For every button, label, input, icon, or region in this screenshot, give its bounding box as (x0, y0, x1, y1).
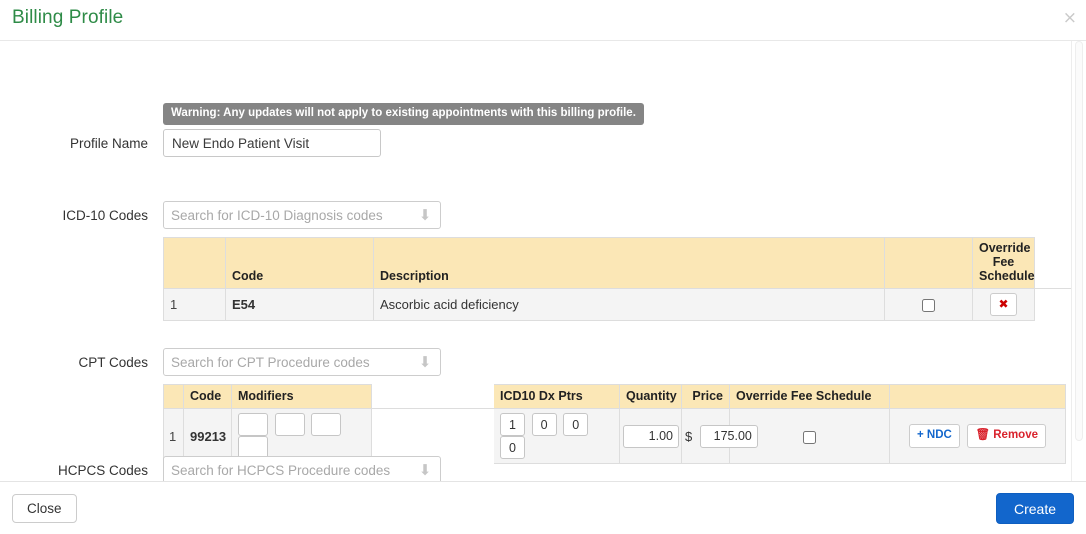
icd10-codes-label: ICD-10 Codes (62, 208, 148, 223)
icd10-header-description: Description (373, 237, 885, 289)
icd10-search-placeholder: Search for ICD-10 Diagnosis codes (171, 207, 383, 223)
icd10-table-header-row: Code Description Override Fee Schedule (163, 237, 1075, 289)
cpt-header-quantity: Quantity (619, 384, 682, 409)
remove-cpt-label: Remove (993, 428, 1038, 441)
remove-cpt-button[interactable]: 🗑 Remove (967, 423, 1046, 449)
cpt-table-header-row: Code Modifiers ICD10 Dx Ptrs Quantity Pr… (163, 384, 1066, 409)
billing-profile-modal: Billing Profile × Warning: Any updates w… (0, 0, 1086, 534)
cpt-dx-ptr-input-1[interactable] (500, 413, 525, 436)
icd10-header-code: Code (225, 237, 374, 289)
warning-tooltip: Warning: Any updates will not apply to e… (163, 103, 644, 126)
close-x-icon[interactable]: × (1063, 10, 1077, 27)
cpt-dx-ptr-input-3[interactable] (563, 413, 589, 436)
icd10-table: Code Description Override Fee Schedule 1… (163, 237, 1075, 321)
icd10-row-description: Ascorbic acid deficiency (373, 288, 885, 321)
modal-footer: Close Create (0, 481, 1086, 534)
cpt-header-code: Code (183, 384, 232, 409)
cpt-table: Code Modifiers ICD10 Dx Ptrs Quantity Pr… (163, 384, 1066, 464)
icd10-search-select[interactable]: Search for ICD-10 Diagnosis codes ⬇ (163, 201, 441, 229)
scrollbar-thumb[interactable] (1075, 41, 1083, 441)
icd10-row-spacer-cell (1034, 288, 1075, 321)
icd10-header-override-fee-schedule: Override Fee Schedule (972, 237, 1035, 289)
icd10-row-code: E54 (225, 288, 374, 321)
cpt-row-dx-ptrs-cell (493, 408, 620, 464)
form-scroll-area: Warning: Any updates will not apply to e… (0, 41, 1086, 481)
cpt-header-actions (889, 384, 1066, 409)
dropdown-arrow-icon: ⬇ (418, 460, 432, 479)
modal-body: Warning: Any updates will not apply to e… (0, 41, 1086, 481)
create-button[interactable]: Create (995, 493, 1074, 524)
cpt-header-price: Price (681, 384, 730, 409)
cpt-row-quantity-cell (619, 408, 682, 464)
add-ndc-button[interactable]: + NDC (908, 423, 960, 449)
dropdown-arrow-icon: ⬇ (418, 205, 432, 224)
vertical-scrollbar[interactable] (1071, 41, 1086, 481)
cpt-row-actions-cell: + NDC 🗑 Remove (889, 408, 1066, 464)
cpt-header-spacer (371, 384, 494, 409)
modal-header: Billing Profile × (0, 0, 1086, 41)
icd10-row-checkbox[interactable] (922, 299, 935, 313)
cpt-modifier-input-1[interactable] (238, 413, 268, 436)
close-button[interactable]: Close (12, 494, 77, 523)
hcpcs-search-select[interactable]: Search for HCPCS Procedure codes ⬇ (163, 456, 441, 481)
hcpcs-codes-label: HCPCS Codes (57, 463, 148, 478)
cpt-modifier-input-2[interactable] (274, 413, 305, 436)
cpt-header-override-fee-schedule: Override Fee Schedule (729, 384, 890, 409)
cpt-codes-label: CPT Codes (78, 355, 148, 370)
page-title: Billing Profile (12, 7, 124, 28)
cpt-dx-ptr-input-4[interactable] (500, 436, 525, 459)
profile-name-input[interactable] (163, 129, 381, 157)
cpt-search-placeholder: Search for CPT Procedure codes (171, 354, 370, 370)
icd10-row-delete-cell: ✖ (972, 288, 1035, 321)
cpt-price-input[interactable] (699, 424, 758, 448)
trash-icon: 🗑 (975, 428, 991, 441)
icd10-row-delete-button[interactable]: ✖ (990, 293, 1017, 316)
icd10-row-index: 1 (163, 288, 226, 321)
cpt-header-modifiers: Modifiers (231, 384, 372, 409)
profile-name-label: Profile Name (69, 136, 148, 151)
cpt-header-icd10-dx-ptrs: ICD10 Dx Ptrs (493, 384, 620, 409)
hcpcs-search-placeholder: Search for HCPCS Procedure codes (171, 462, 391, 478)
cpt-modifier-input-3[interactable] (311, 413, 342, 436)
cpt-row-override-checkbox[interactable] (803, 430, 816, 444)
dropdown-arrow-icon: ⬇ (418, 352, 432, 371)
cpt-search-select[interactable]: Search for CPT Procedure codes ⬇ (163, 348, 441, 376)
cpt-row-price-cell: $ (681, 408, 758, 464)
icd10-row-checkbox-cell (884, 288, 973, 321)
cpt-dx-ptr-input-2[interactable] (531, 413, 557, 436)
icd10-header-checkbox-col (884, 237, 973, 289)
cpt-header-index (163, 384, 184, 409)
table-row: 1 E54 Ascorbic acid deficiency ✖ (163, 288, 1075, 321)
icd10-header-actions (1034, 237, 1075, 289)
icd10-header-index (163, 237, 226, 289)
cpt-quantity-input[interactable] (623, 424, 679, 448)
currency-symbol: $ (685, 428, 693, 444)
